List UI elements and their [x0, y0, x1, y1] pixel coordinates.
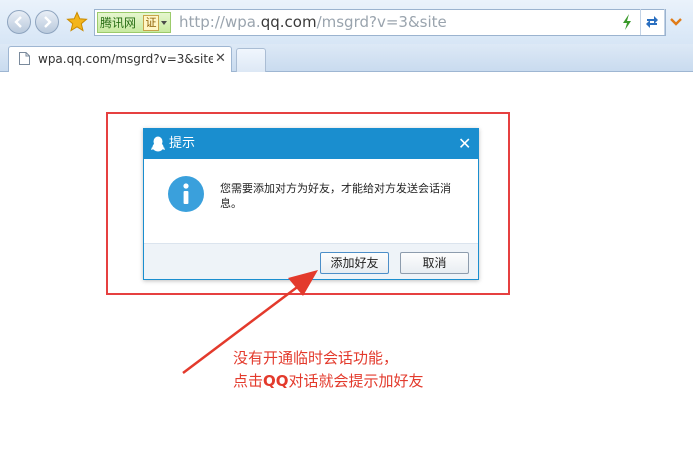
url-suffix: /msgrd?v=3&site: [316, 13, 447, 31]
back-icon: [14, 16, 22, 28]
info-icon: [168, 176, 204, 212]
forward-button[interactable]: [35, 10, 59, 34]
back-button[interactable]: [7, 10, 31, 34]
compat-bolt-icon: [623, 14, 631, 30]
tab-title: wpa.qq.com/msgrd?v=3&site: [38, 52, 213, 66]
forward-icon: [44, 16, 52, 28]
url-text[interactable]: http://wpa.qq.com/msgrd?v=3&site: [179, 13, 447, 32]
document-icon: [19, 52, 30, 65]
dialog-title: 提示: [169, 136, 196, 151]
browser-toolbar: 腾讯网 证 http://wpa.qq.com/msgrd?v=3&site: [0, 0, 693, 44]
annotation-line-2-prefix: 点击: [233, 372, 264, 390]
add-friend-button[interactable]: 添加好友: [320, 252, 389, 274]
address-bar[interactable]: 腾讯网 证 http://wpa.qq.com/msgrd?v=3&site: [94, 9, 666, 36]
chevron-down-icon: [161, 21, 167, 25]
new-tab-button[interactable]: [236, 48, 266, 72]
dialog-header[interactable]: 提示 ✕: [144, 129, 478, 159]
site-identity[interactable]: 腾讯网 证: [97, 12, 171, 33]
annotation-line-2-bold: QQ: [263, 372, 289, 390]
compat-button[interactable]: [616, 9, 638, 35]
dialog-close-button[interactable]: ✕: [458, 134, 471, 153]
tab-close-button[interactable]: ✕: [215, 50, 226, 67]
tab-strip: wpa.qq.com/msgrd?v=3&site ✕: [0, 44, 693, 72]
refresh-icon: [646, 16, 658, 28]
qq-penguin-icon: [151, 136, 165, 152]
certificate-icon: 证: [143, 15, 159, 31]
annotation-line-1: 没有开通临时会话功能，: [233, 349, 399, 367]
site-name: 腾讯网: [100, 16, 137, 30]
annotation-text: 没有开通临时会话功能， 点击QQ对话就会提示加好友: [233, 347, 424, 393]
annotation-line-2: 点击QQ对话就会提示加好友: [233, 370, 424, 393]
annotation-line-2-suffix: 对话就会提示加好友: [288, 372, 424, 390]
url-domain: qq.com: [260, 13, 317, 31]
dialog-message: 您需要添加对方为好友，才能给对方发送会话消息。: [220, 182, 451, 210]
address-dropdown-button[interactable]: [664, 9, 686, 35]
url-prefix: http://wpa.: [179, 13, 261, 31]
tab-active[interactable]: wpa.qq.com/msgrd?v=3&site ✕: [8, 46, 232, 72]
dropdown-icon: [670, 18, 682, 26]
prompt-dialog: 提示 ✕ 您需要添加对方为好友，才能给对方发送会话消息。 添加好友 取消: [143, 128, 479, 280]
cancel-button[interactable]: 取消: [400, 252, 469, 274]
refresh-button[interactable]: [640, 9, 662, 35]
favorites-star-icon[interactable]: [66, 11, 88, 33]
